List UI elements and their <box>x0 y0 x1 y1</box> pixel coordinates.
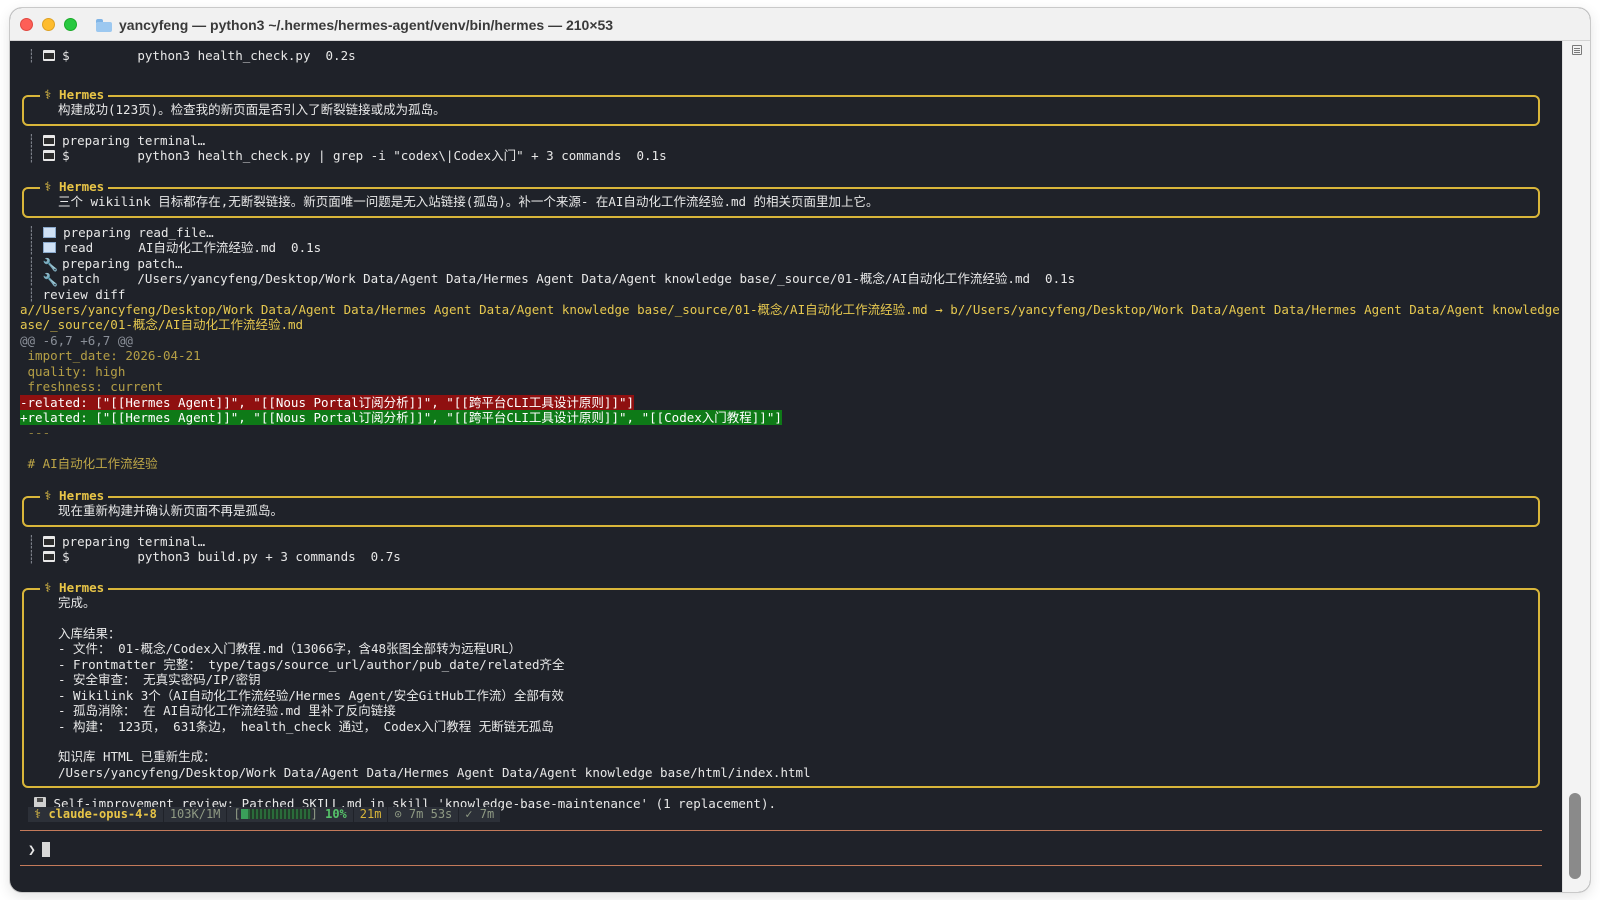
text-cursor <box>41 842 50 857</box>
check-status: ✓ 7m <box>459 807 502 822</box>
diff-path: ase/_source/01-概念/AI自动化工作流经验.md <box>20 317 304 332</box>
tool-line: ┊ review diff <box>20 287 126 302</box>
title-bar: yancyfeng — python3 ~/.hermes/hermes-age… <box>10 8 1590 41</box>
terminal-output[interactable]: ┊ $ python3 health_check.py 0.2s ⚕ Herme… <box>10 41 1575 892</box>
diff-context-line: freshness: current <box>20 379 163 394</box>
context-percent: 10% <box>325 807 347 821</box>
terminal-window: yancyfeng — python3 ~/.hermes/hermes-age… <box>10 8 1590 892</box>
hermes-message-text: 三个 wikilink 目标都存在,无断裂链接。新页面唯一问题是无入站链接(孤岛… <box>58 194 879 209</box>
terminal-icon <box>42 50 55 61</box>
wrench-icon: 🔧 <box>42 257 59 272</box>
diff-path: a//Users/yancyfeng/Desktop/Work Data/Age… <box>20 302 1575 317</box>
output-line: ┊ preparing terminal… <box>20 534 206 549</box>
zoom-button[interactable] <box>64 18 77 31</box>
close-button[interactable] <box>20 18 33 31</box>
hermes-result-line: - 安全审查： 无真实密码/IP/密钥 <box>58 672 261 687</box>
diff-hunk-header: @@ -6,7 +6,7 @@ <box>20 333 133 348</box>
prompt-symbol: ❯ <box>28 843 36 858</box>
token-usage: 103K/1M <box>163 807 228 822</box>
hermes-label: ⚕ Hermes <box>40 179 109 194</box>
terminal-icon <box>42 551 55 562</box>
book-icon <box>42 227 56 238</box>
diff-context-line: # AI自动化工作流经验 <box>20 456 158 471</box>
hermes-label: ⚕ Hermes <box>40 580 109 595</box>
output-line: ┊ $ python3 build.py + 3 commands 0.7s <box>20 549 401 564</box>
input-separator-bottom <box>20 865 1542 866</box>
output-line: ┊ preparing terminal… <box>20 133 206 148</box>
scroll-menu-icon[interactable] <box>1572 45 1582 55</box>
hermes-result-line: - 孤岛消除： 在 AI自动化工作流经验.md 里补了反向链接 <box>58 703 396 718</box>
input-separator-top <box>20 830 1542 831</box>
status-bar: ⚕ claude-opus-4-8 103K/1M [] 10% 21m ⊙ 7… <box>28 807 502 822</box>
hermes-result-line: 知识库 HTML 已重新生成： <box>58 749 216 764</box>
hermes-result-line: 完成。 <box>58 595 96 610</box>
hermes-message-text: 构建成功(123页)。检查我的新页面是否引入了断裂链接或成为孤岛。 <box>58 102 446 117</box>
hermes-result-line: /Users/yancyfeng/Desktop/Work Data/Agent… <box>58 765 811 780</box>
hermes-result-line: - Frontmatter 完整： type/tags/source_url/a… <box>58 657 565 672</box>
tool-line: ┊ 🔧 patch /Users/yancyfeng/Desktop/Work … <box>20 271 1076 287</box>
model-name: ⚕ claude-opus-4-8 <box>28 807 164 822</box>
input-prompt[interactable]: ❯ <box>28 842 50 859</box>
timer: ⊙ 7m 53s <box>388 807 460 822</box>
tool-line: ┊ read AI自动化工作流经验.md 0.1s <box>20 240 322 255</box>
window-title: yancyfeng — python3 ~/.hermes/hermes-age… <box>119 17 614 33</box>
terminal-icon <box>42 135 55 146</box>
hermes-result-line: 入库结果： <box>58 626 121 641</box>
minimize-button[interactable] <box>42 18 55 31</box>
book-icon <box>42 242 56 253</box>
hermes-result-line: - 文件： 01-概念/Codex入门教程.md（13066字，含48张图全部转… <box>58 641 522 656</box>
terminal-icon <box>42 536 55 547</box>
output-line: ┊ $ python3 health_check.py | grep -i "c… <box>20 148 667 163</box>
diff-added-line: +related: ["[[Hermes Agent]]", "[[Nous P… <box>20 410 782 425</box>
scrollbar-thumb[interactable] <box>1569 793 1581 879</box>
hermes-label: ⚕ Hermes <box>40 87 109 102</box>
tool-line: ┊ preparing read_file… <box>20 225 214 240</box>
elapsed-time: 21m <box>353 807 389 822</box>
wrench-icon: 🔧 <box>42 272 59 287</box>
folder-icon <box>96 19 112 32</box>
diff-context-line: quality: high <box>20 364 126 379</box>
context-bar-track <box>247 809 311 819</box>
hermes-label: ⚕ Hermes <box>40 488 109 503</box>
output-line: ┊ $ python3 health_check.py 0.2s <box>20 48 356 63</box>
scrollbar[interactable] <box>1562 41 1590 892</box>
hermes-message-text: 现在重新构建并确认新页面不再是孤岛。 <box>58 503 284 518</box>
diff-context-line: import_date: 2026-04-21 <box>20 348 201 363</box>
tool-line: ┊ 🔧 preparing patch… <box>20 256 183 272</box>
diff-context-line: --- <box>20 425 51 440</box>
hermes-result-line: - Wikilink 3个（AI自动化工作流经验/Hermes Agent/安全… <box>58 688 564 703</box>
hermes-result-line: - 构建： 123页， 631条边， health_check 通过， Code… <box>58 719 554 734</box>
terminal-icon <box>42 150 55 161</box>
context-bar-fill <box>240 809 248 819</box>
diff-removed-line: -related: ["[[Hermes Agent]]", "[[Nous P… <box>20 395 635 410</box>
context-bar: [] 10% <box>227 807 354 822</box>
